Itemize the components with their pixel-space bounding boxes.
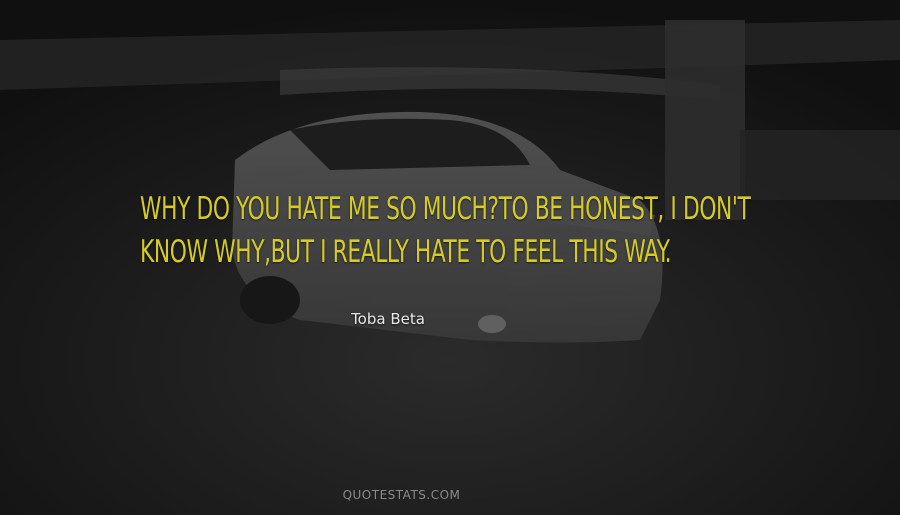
quote-author: Toba Beta: [351, 310, 425, 328]
quote-text: WHY DO YOU HATE ME SO MUCH?TO BE HONEST,…: [140, 191, 751, 270]
site-watermark[interactable]: QUOTESTATS.COM: [0, 488, 803, 502]
quote-card: WHY DO YOU HATE ME SO MUCH?TO BE HONEST,…: [0, 0, 900, 515]
